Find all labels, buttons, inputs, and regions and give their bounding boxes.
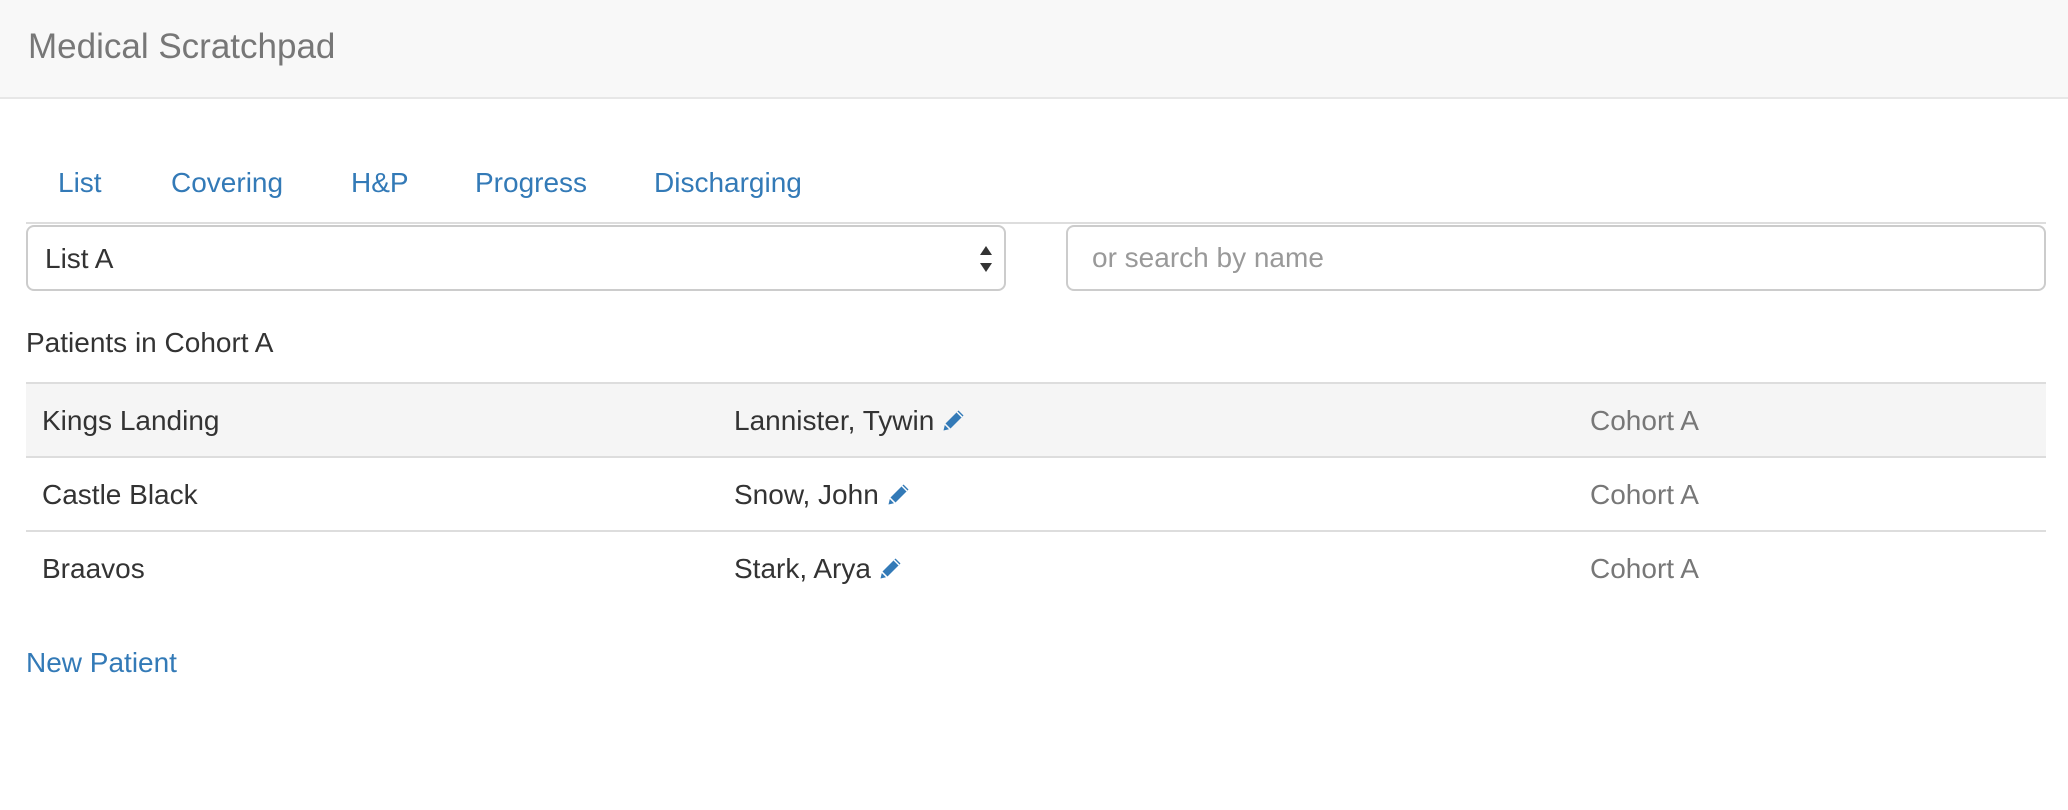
patient-location: Castle Black bbox=[42, 479, 198, 510]
navbar: Medical Scratchpad bbox=[0, 0, 2068, 99]
tab-h-and-p[interactable]: H&P bbox=[351, 166, 409, 200]
patient-cohort: Cohort A bbox=[1590, 405, 1699, 436]
table-row[interactable]: Kings Landing Lannister, Tywin Cohort A bbox=[26, 382, 2046, 456]
patient-location: Braavos bbox=[42, 553, 145, 584]
patient-location: Kings Landing bbox=[42, 405, 220, 436]
pencil-icon[interactable] bbox=[942, 408, 966, 432]
patient-name-cell: Lannister, Tywin bbox=[734, 404, 966, 438]
new-patient-link[interactable]: New Patient bbox=[26, 646, 177, 680]
pencil-icon[interactable] bbox=[879, 556, 903, 580]
table-row[interactable]: Braavos Stark, Arya Cohort A bbox=[26, 530, 2046, 604]
patient-name-cell: Stark, Arya bbox=[734, 552, 903, 586]
list-select-value: List A bbox=[45, 243, 114, 274]
table-row[interactable]: Castle Black Snow, John Cohort A bbox=[26, 456, 2046, 530]
patient-cohort: Cohort A bbox=[1590, 553, 1699, 584]
tab-discharging[interactable]: Discharging bbox=[654, 166, 802, 200]
patient-name[interactable]: Lannister, Tywin bbox=[734, 405, 934, 436]
select-arrows-icon bbox=[980, 246, 992, 272]
tab-progress[interactable]: Progress bbox=[475, 166, 587, 200]
patient-table: Kings Landing Lannister, Tywin Cohort A … bbox=[26, 382, 2046, 604]
app-title[interactable]: Medical Scratchpad bbox=[28, 26, 335, 68]
section-title: Patients in Cohort A bbox=[26, 327, 274, 358]
search-input[interactable] bbox=[1066, 225, 2046, 291]
tab-list[interactable]: List bbox=[58, 166, 102, 200]
pencil-icon[interactable] bbox=[887, 482, 911, 506]
list-select[interactable]: List A bbox=[26, 225, 1006, 291]
tab-bar: List Covering H&P Progress Discharging bbox=[26, 156, 2046, 224]
patient-name-cell: Snow, John bbox=[734, 478, 911, 512]
patient-name[interactable]: Snow, John bbox=[734, 479, 879, 510]
tab-covering[interactable]: Covering bbox=[171, 166, 283, 200]
patient-name[interactable]: Stark, Arya bbox=[734, 553, 871, 584]
patient-cohort: Cohort A bbox=[1590, 479, 1699, 510]
